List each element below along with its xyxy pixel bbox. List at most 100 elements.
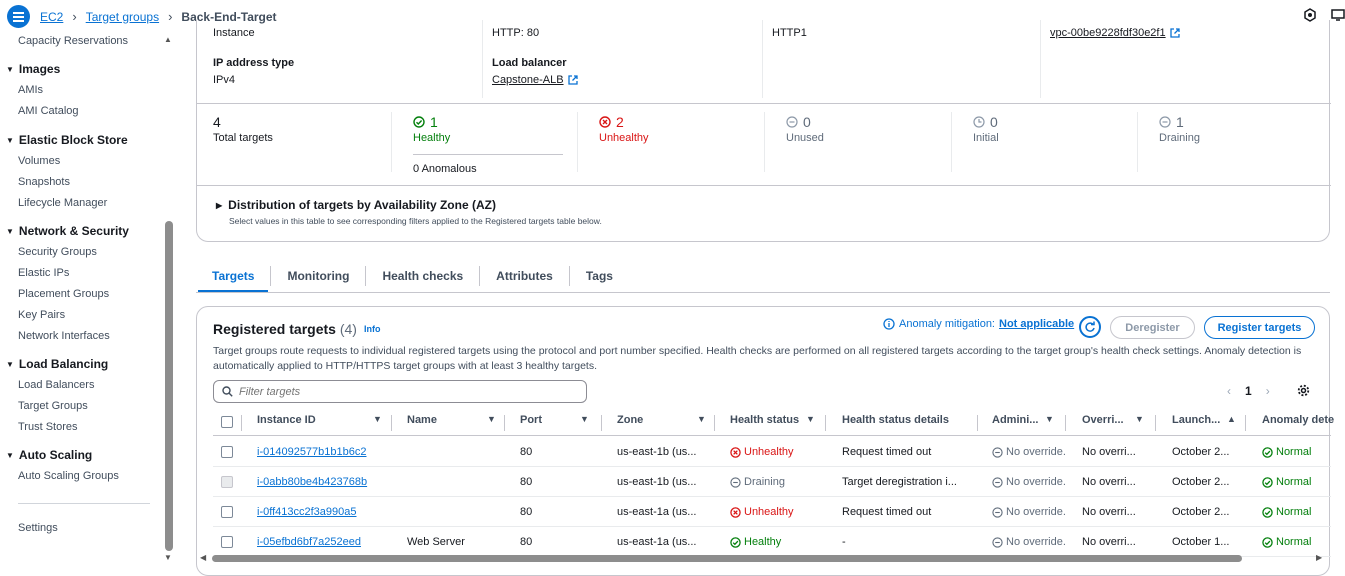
sidebar-item-amis[interactable]: AMIs bbox=[18, 84, 43, 96]
tab-attributes[interactable]: Attributes bbox=[480, 262, 569, 290]
scroll-down-icon[interactable]: ▼ bbox=[164, 553, 172, 562]
sidebar-item-elastic-ips[interactable]: Elastic IPs bbox=[18, 267, 69, 279]
health-status-text: Healthy bbox=[744, 536, 782, 548]
sidebar-section-auto-scaling[interactable]: ▼ Auto Scaling bbox=[6, 448, 92, 462]
col-port[interactable]: Port bbox=[520, 414, 542, 426]
lb-link[interactable]: Capstone-ALB bbox=[492, 74, 578, 86]
next-page-icon[interactable]: › bbox=[1266, 384, 1270, 398]
instance-id-link[interactable]: i-0abb80be4b423768b bbox=[257, 476, 367, 488]
zone: us-east-1b (us... bbox=[617, 476, 697, 488]
healthy-count[interactable]: 1 bbox=[413, 114, 438, 130]
sidebar-item-load-balancers[interactable]: Load Balancers bbox=[18, 379, 94, 391]
col-health-status-details[interactable]: Health status details bbox=[842, 414, 949, 426]
sidebar-item-placement-groups[interactable]: Placement Groups bbox=[18, 288, 109, 300]
anomaly-mitigation[interactable]: Anomaly mitigation: Not applicable bbox=[883, 318, 1074, 330]
sort-icon[interactable]: ▼ bbox=[1135, 414, 1144, 424]
filter-input[interactable] bbox=[239, 385, 559, 398]
deregister-button[interactable]: Deregister bbox=[1110, 316, 1195, 339]
sidebar-item-target-groups[interactable]: Target Groups bbox=[18, 400, 88, 412]
sidebar-item-volumes[interactable]: Volumes bbox=[18, 155, 60, 167]
instance-id-link[interactable]: i-05efbd6bf7a252eed bbox=[257, 536, 361, 548]
register-targets-button[interactable]: Register targets bbox=[1204, 316, 1315, 339]
anomaly-value: Not applicable bbox=[999, 318, 1075, 330]
row-checkbox[interactable] bbox=[221, 506, 233, 518]
refresh-button[interactable] bbox=[1079, 316, 1101, 338]
sidebar-item-snapshots[interactable]: Snapshots bbox=[18, 176, 70, 188]
draining-value: 1 bbox=[1176, 114, 1184, 130]
instance-id-link[interactable]: i-014092577b1b1b6c2 bbox=[257, 446, 367, 458]
sidebar-section-ebs[interactable]: ▼ Elastic Block Store bbox=[6, 133, 128, 147]
table-row[interactable]: i-0abb80be4b423768b 80 us-east-1b (us...… bbox=[213, 467, 1331, 497]
sidebar-item-ami-catalog[interactable]: AMI Catalog bbox=[18, 105, 79, 117]
sidebar-section-label: Elastic Block Store bbox=[18, 133, 128, 147]
row-checkbox[interactable] bbox=[221, 536, 233, 548]
sidebar-item-capacity-reservations[interactable]: Capacity Reservations bbox=[18, 35, 128, 47]
horizontal-scrollbar[interactable]: ◀ ▶ bbox=[196, 553, 1330, 563]
scroll-left-icon[interactable]: ◀ bbox=[200, 553, 206, 562]
column-divider bbox=[714, 415, 715, 431]
table-row[interactable]: i-0ff413cc2f3a990a5 80 us-east-1a (us...… bbox=[213, 497, 1331, 527]
minus-circle-icon bbox=[992, 446, 1003, 458]
col-anomaly[interactable]: Anomaly dete bbox=[1262, 414, 1334, 426]
col-instance-id[interactable]: Instance ID bbox=[257, 414, 316, 426]
sort-icon[interactable]: ▼ bbox=[373, 414, 382, 424]
sidebar-item-key-pairs[interactable]: Key Pairs bbox=[18, 309, 65, 321]
col-health-status[interactable]: Health status bbox=[730, 414, 799, 426]
scrollbar-thumb[interactable] bbox=[165, 221, 173, 551]
tab-monitoring[interactable]: Monitoring bbox=[271, 262, 365, 290]
column-divider bbox=[241, 415, 242, 431]
col-launch[interactable]: Launch... bbox=[1172, 414, 1220, 426]
prev-page-icon[interactable]: ‹ bbox=[1227, 384, 1231, 398]
sidebar-item-lifecycle-manager[interactable]: Lifecycle Manager bbox=[18, 197, 107, 209]
row-checkbox[interactable] bbox=[221, 446, 233, 458]
initial-value: 0 bbox=[990, 114, 998, 130]
sidebar-item-security-groups[interactable]: Security Groups bbox=[18, 246, 97, 258]
sidebar-section-network-security[interactable]: ▼ Network & Security bbox=[6, 224, 129, 238]
tab-tags[interactable]: Tags bbox=[570, 262, 629, 290]
display-icon[interactable] bbox=[1331, 8, 1345, 22]
menu-icon[interactable] bbox=[7, 5, 30, 28]
filter-box[interactable] bbox=[213, 380, 587, 403]
sort-icon[interactable]: ▼ bbox=[806, 414, 815, 424]
sidebar-section-load-balancing[interactable]: ▼ Load Balancing bbox=[6, 357, 108, 371]
sidebar-item-settings[interactable]: Settings bbox=[18, 522, 58, 534]
breadcrumb-ec2[interactable]: EC2 bbox=[40, 10, 63, 24]
sort-icon[interactable]: ▼ bbox=[580, 414, 589, 424]
admin-override: No override. bbox=[992, 446, 1066, 458]
sort-asc-icon[interactable]: ▲ bbox=[1227, 414, 1236, 424]
col-zone[interactable]: Zone bbox=[617, 414, 643, 426]
unhealthy-count[interactable]: 2 bbox=[599, 114, 624, 130]
tab-bar: Targets Monitoring Health checks Attribu… bbox=[196, 262, 629, 293]
table-row[interactable]: i-014092577b1b1b6c2 80 us-east-1b (us...… bbox=[213, 437, 1331, 467]
initial-count[interactable]: 0 bbox=[973, 114, 998, 130]
vpc-link[interactable]: vpc-00be9228fdf30e2f1 bbox=[1050, 27, 1180, 39]
instance-id-link[interactable]: i-0ff413cc2f3a990a5 bbox=[257, 506, 357, 518]
protocol-version-value: HTTP1 bbox=[772, 27, 807, 39]
health-status: Unhealthy bbox=[730, 506, 794, 518]
col-name[interactable]: Name bbox=[407, 414, 437, 426]
scroll-right-icon[interactable]: ▶ bbox=[1316, 553, 1322, 562]
scrollbar-thumb[interactable] bbox=[212, 555, 1242, 562]
sidebar-scrollbar[interactable]: ▲ ▼ bbox=[163, 35, 175, 563]
sidebar-item-network-interfaces[interactable]: Network Interfaces bbox=[18, 330, 110, 342]
sidebar-section-images[interactable]: ▼ Images bbox=[6, 62, 60, 76]
current-page[interactable]: 1 bbox=[1245, 384, 1252, 398]
unused-count[interactable]: 0 bbox=[786, 114, 811, 130]
sort-icon[interactable]: ▼ bbox=[697, 414, 706, 424]
breadcrumb-target-groups[interactable]: Target groups bbox=[86, 10, 159, 24]
sort-icon[interactable]: ▼ bbox=[487, 414, 496, 424]
tab-targets[interactable]: Targets bbox=[196, 262, 270, 293]
scroll-up-icon[interactable]: ▲ bbox=[164, 35, 172, 44]
draining-count[interactable]: 1 bbox=[1159, 114, 1184, 130]
distribution-toggle[interactable]: ▶ Distribution of targets by Availability… bbox=[216, 198, 496, 212]
sidebar-item-trust-stores[interactable]: Trust Stores bbox=[18, 421, 78, 433]
col-administrative[interactable]: Admini... bbox=[992, 414, 1038, 426]
sidebar-item-auto-scaling-groups[interactable]: Auto Scaling Groups bbox=[18, 470, 119, 482]
gear-icon[interactable] bbox=[1297, 384, 1310, 397]
divider bbox=[482, 20, 483, 98]
info-link[interactable]: Info bbox=[364, 324, 381, 334]
select-all-checkbox[interactable] bbox=[221, 416, 233, 428]
col-override[interactable]: Overri... bbox=[1082, 414, 1124, 426]
sort-icon[interactable]: ▼ bbox=[1045, 414, 1054, 424]
tab-health-checks[interactable]: Health checks bbox=[366, 262, 479, 290]
